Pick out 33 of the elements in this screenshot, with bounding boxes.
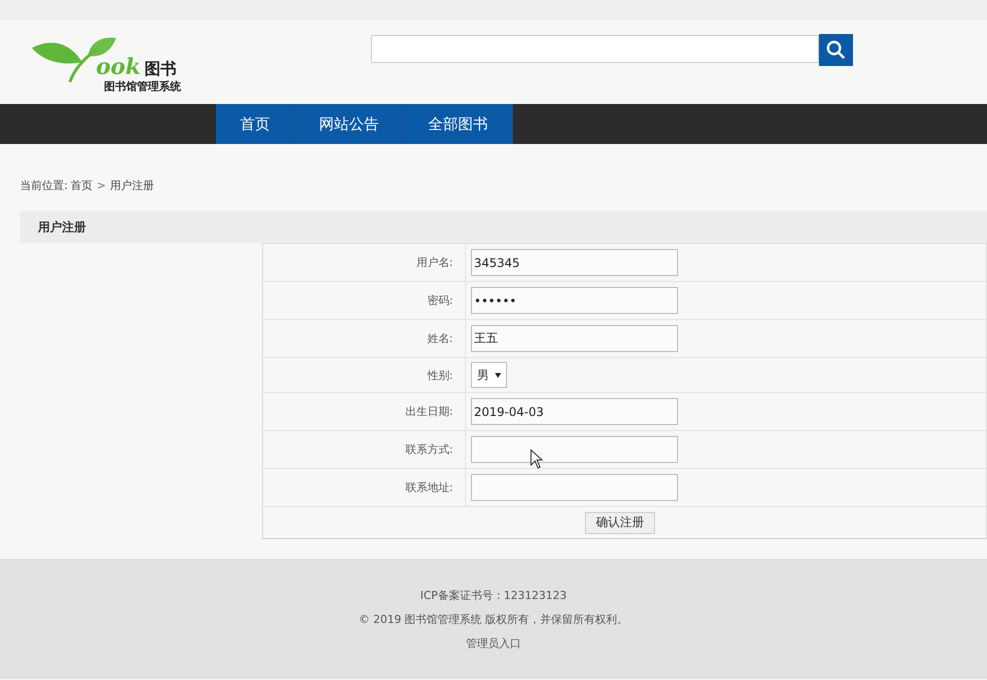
input-field[interactable]: 王五 (471, 325, 678, 352)
input-field[interactable] (471, 436, 678, 463)
admin-link[interactable]: 管理员入口 (466, 637, 521, 650)
field-label: 密码: (427, 293, 453, 308)
field-label: 性别: (427, 368, 453, 382)
input-field[interactable]: •••••• (471, 287, 678, 314)
search-icon (826, 40, 846, 60)
input-field[interactable] (471, 474, 678, 501)
breadcrumb-link[interactable]: 用户注册 (110, 178, 154, 192)
input-field[interactable]: 345345 (471, 249, 678, 276)
cursor-icon (530, 449, 544, 469)
nav-link[interactable]: 网站公告 (295, 104, 404, 144)
search-field[interactable] (371, 35, 819, 63)
logo-title: 图书 (144, 59, 177, 80)
field-label: 出生日期: (405, 404, 453, 419)
nav-link[interactable]: 全部图书 (404, 104, 513, 144)
input-field[interactable]: 2019-04-03 (471, 398, 678, 425)
field-label: 姓名: (427, 331, 453, 346)
breadcrumb-label: 当前位置: (20, 178, 68, 192)
logo-text: ook (96, 56, 141, 78)
icp-text: ICP备案证书号：123123123 (420, 588, 567, 604)
field-label: 联系地址: (405, 480, 453, 495)
select-field[interactable]: 男 (471, 362, 507, 388)
breadcrumb-separator: > (96, 178, 106, 192)
copyright-text: © 2019 图书馆管理系统 版权所有，并保留所有权利。 (358, 612, 628, 628)
section-title: 用户注册 (38, 218, 86, 236)
logo-subtitle: 图书馆管理系统 (104, 80, 181, 94)
search-button[interactable] (819, 34, 853, 66)
field-label: 联系方式: (405, 442, 453, 457)
submit-button[interactable]: 确认注册 (585, 512, 655, 534)
field-label: 用户名: (416, 255, 453, 270)
breadcrumb-link[interactable]: 首页 (70, 178, 93, 192)
nav-link[interactable]: 首页 (216, 104, 295, 144)
